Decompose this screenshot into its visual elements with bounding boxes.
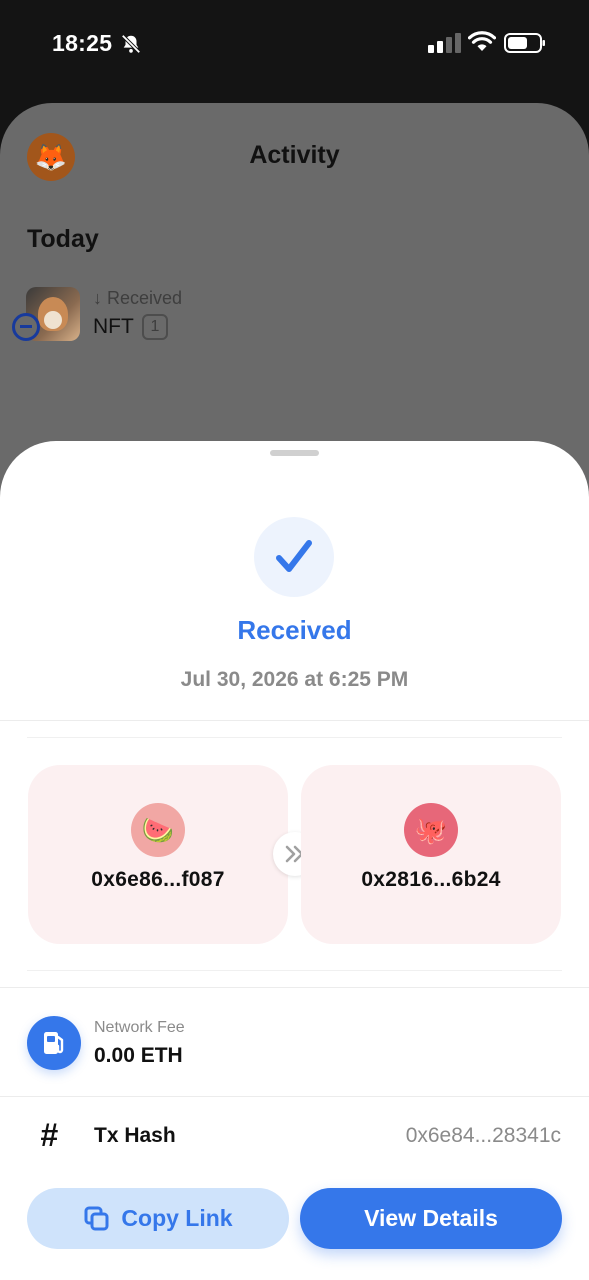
bell-muted-icon	[121, 34, 141, 54]
activity-item-type: ↓ Received	[93, 288, 183, 308]
wifi-icon	[468, 31, 496, 51]
status-bar: 18:25	[0, 0, 589, 90]
to-address-card[interactable]: 🐙 0x2816...6b24	[301, 765, 561, 944]
sender-avatar: 🍉	[131, 803, 185, 857]
divider	[0, 720, 589, 721]
arrow-down-icon: ↓	[93, 288, 102, 308]
copy-icon	[84, 1206, 109, 1230]
sender-address: 0x6e86...f087	[91, 868, 225, 891]
activity-item-count-badge: 1	[142, 314, 168, 340]
hash-icon: #	[40, 1117, 58, 1153]
recipient-address: 0x2816...6b24	[361, 868, 501, 891]
transaction-detail-sheet: Received Jul 30, 2026 at 6:25 PM 🍉 0x6e8…	[0, 441, 589, 1280]
network-badge-icon	[12, 313, 40, 341]
sheet-grabber[interactable]	[270, 450, 319, 456]
tx-hash-label: Tx Hash	[94, 1124, 176, 1147]
page-title: Activity	[249, 141, 340, 169]
divider	[0, 1096, 589, 1097]
section-heading-today: Today	[27, 225, 99, 253]
recipient-avatar: 🐙	[404, 803, 458, 857]
activity-item-asset: NFT	[93, 315, 134, 338]
network-fee-value: 0.00 ETH	[94, 1044, 183, 1067]
divider	[0, 987, 589, 988]
battery-icon	[504, 33, 545, 53]
from-address-card[interactable]: 🍉 0x6e86...f087	[28, 765, 288, 944]
transaction-date: Jul 30, 2026 at 6:25 PM	[180, 668, 409, 691]
gas-pump-icon	[27, 1016, 81, 1070]
divider	[27, 970, 562, 971]
copy-link-button[interactable]: Copy Link	[27, 1188, 289, 1249]
checkmark-icon	[254, 517, 334, 597]
view-details-label: View Details	[364, 1205, 498, 1231]
view-details-button[interactable]: View Details	[300, 1188, 562, 1249]
transaction-status: Received	[237, 615, 352, 645]
copy-link-label: Copy Link	[121, 1205, 233, 1231]
divider	[27, 737, 562, 738]
cellular-signal-icon	[428, 33, 461, 53]
status-time: 18:25	[52, 30, 113, 56]
network-fee-label: Network Fee	[94, 1019, 185, 1036]
tx-hash-value[interactable]: 0x6e84...28341c	[406, 1124, 561, 1148]
